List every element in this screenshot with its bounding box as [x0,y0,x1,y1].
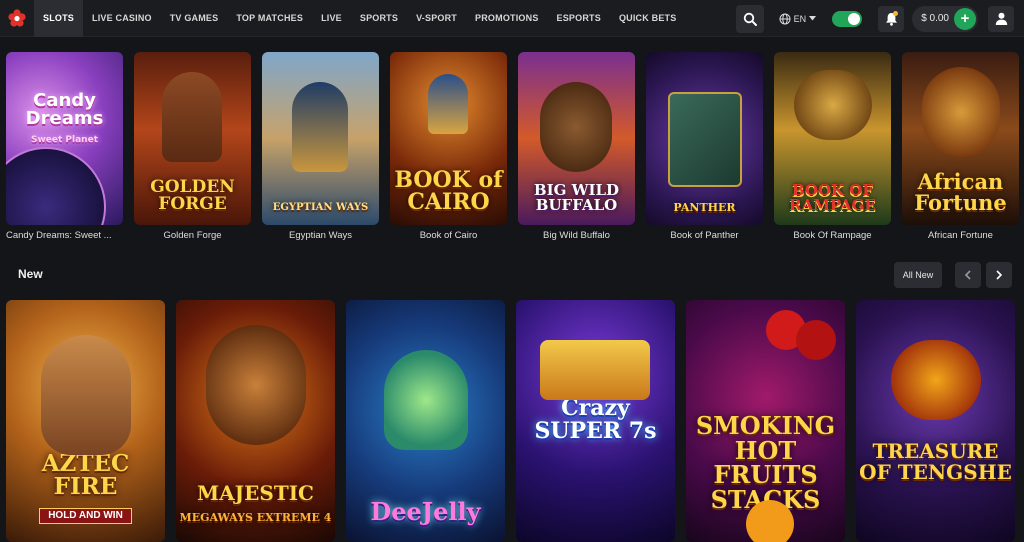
plus-icon: + [960,10,970,27]
game-thumbnail[interactable]: DeeJelly [346,300,505,542]
nav-item-promotions[interactable]: PROMOTIONS [466,0,548,37]
notification-dot [893,10,899,16]
art-title: Crazy SUPER 7s [534,395,657,444]
game-card[interactable]: BOOK OF RAMPAGE Book Of Rampage [774,52,891,241]
art-title: Candy Dreams [25,90,104,129]
game-caption[interactable]: Book of Panther [646,230,763,241]
game-thumbnail[interactable]: Crazy SUPER 7s [516,300,675,542]
game-card[interactable]: African Fortune African Fortune [902,52,1019,241]
chevron-down-icon [809,16,817,21]
chevron-right-icon [996,270,1003,280]
game-thumbnail[interactable]: GOLDEN FORGE [134,52,251,225]
game-caption[interactable]: Book Of Rampage [774,230,891,241]
art-title: BOOK of CAIRO [394,167,503,215]
game-caption[interactable]: Golden Forge [134,230,251,241]
notifications-button[interactable] [878,5,905,32]
art-title: MAJESTIC [197,481,314,506]
balance-amount: $ 0.00 [921,13,949,24]
game-thumbnail[interactable]: Candy Dreams Sweet Planet [6,52,123,225]
chevron-left-icon [964,270,971,280]
art-title: DeeJelly [370,496,481,526]
globe-icon [779,13,791,24]
game-thumbnail[interactable]: BIG WILD BUFFALO [518,52,635,225]
game-caption[interactable]: Book of Cairo [390,230,507,241]
nav-item-live[interactable]: LIVE [312,0,351,37]
art-title: EGYPTIAN WAYS [272,202,369,213]
balance-pill[interactable]: $ 0.00 + [912,5,978,32]
prev-button[interactable] [955,262,981,288]
art-title: BOOK OF RAMPAGE [789,181,876,214]
game-thumbnail[interactable]: AZTEC FIRE HOLD AND WIN [6,300,165,542]
main-nav: SLOTS LIVE CASINO TV GAMES TOP MATCHES L… [34,0,685,37]
top-games-row: Candy Dreams Sweet Planet Candy Dreams: … [6,52,1019,241]
art-subtitle: MEGAWAYS EXTREME 4 [179,510,332,524]
nav-item-top-matches[interactable]: TOP MATCHES [227,0,312,37]
game-caption[interactable]: Candy Dreams: Sweet ... [6,230,123,241]
game-card[interactable]: EGYPTIAN WAYS Egyptian Ways [262,52,379,241]
art-title: BIG WILD BUFFALO [533,181,620,214]
new-games-row: AZTEC FIRE HOLD AND WIN MAJESTIC MEGAWAY… [6,300,1015,542]
game-thumbnail[interactable]: EGYPTIAN WAYS [262,52,379,225]
game-card[interactable]: BOOK of CAIRO Book of Cairo [390,52,507,241]
art-title: AZTEC FIRE [41,449,130,501]
user-icon [995,12,1007,25]
game-thumbnail[interactable]: BOOK OF RAMPAGE [774,52,891,225]
nav-item-quick-bets[interactable]: QUICK BETS [610,0,686,37]
game-thumbnail[interactable]: SMOKING HOT FRUITS STACKS [686,300,845,542]
game-card[interactable]: PANTHER Book of Panther [646,52,763,241]
deposit-button[interactable]: + [954,7,976,30]
game-thumbnail[interactable]: TREASURE OF TENGSHE [856,300,1015,542]
game-card[interactable]: GOLDEN FORGE Golden Forge [134,52,251,241]
nav-item-sports[interactable]: SPORTS [351,0,407,37]
header-tools: EN $ 0.00 + [735,0,1024,37]
flower-logo-icon[interactable] [0,0,34,37]
game-caption[interactable]: African Fortune [902,230,1019,241]
theme-toggle[interactable] [832,10,863,27]
game-thumbnail[interactable]: PANTHER [646,52,763,225]
user-menu-button[interactable] [988,5,1014,32]
nav-item-esports[interactable]: ESPORTS [548,0,610,37]
nav-item-tv-games[interactable]: TV GAMES [161,0,228,37]
nav-item-live-casino[interactable]: LIVE CASINO [83,0,161,37]
game-card[interactable]: BIG WILD BUFFALO Big Wild Buffalo [518,52,635,241]
language-label: EN [793,13,807,24]
art-title: TREASURE OF TENGSHE [859,439,1012,484]
next-button[interactable] [986,262,1012,288]
game-caption[interactable]: Egyptian Ways [262,230,379,241]
section-title: New [18,267,43,281]
new-section-header: New All New [0,262,1024,288]
nav-item-v-sport[interactable]: V-SPORT [407,0,466,37]
top-navigation-bar: SLOTS LIVE CASINO TV GAMES TOP MATCHES L… [0,0,1024,37]
art-subtitle: HOLD AND WIN [39,507,132,524]
art-subtitle: Sweet Planet [30,135,98,145]
art-title: GOLDEN FORGE [150,177,235,214]
game-thumbnail[interactable]: MAJESTIC MEGAWAYS EXTREME 4 [176,300,335,542]
language-selector[interactable]: EN [779,13,817,25]
search-button[interactable] [735,4,764,33]
art-title: African Fortune [914,169,1007,215]
search-icon [743,12,757,26]
nav-item-slots[interactable]: SLOTS [34,0,84,37]
game-caption[interactable]: Big Wild Buffalo [518,230,635,241]
game-thumbnail[interactable]: BOOK of CAIRO [390,52,507,225]
all-new-button[interactable]: All New [894,262,942,288]
game-thumbnail[interactable]: African Fortune [902,52,1019,225]
game-card[interactable]: Candy Dreams Sweet Planet Candy Dreams: … [6,52,123,241]
art-title: PANTHER [673,201,736,214]
toggle-knob [848,12,861,25]
